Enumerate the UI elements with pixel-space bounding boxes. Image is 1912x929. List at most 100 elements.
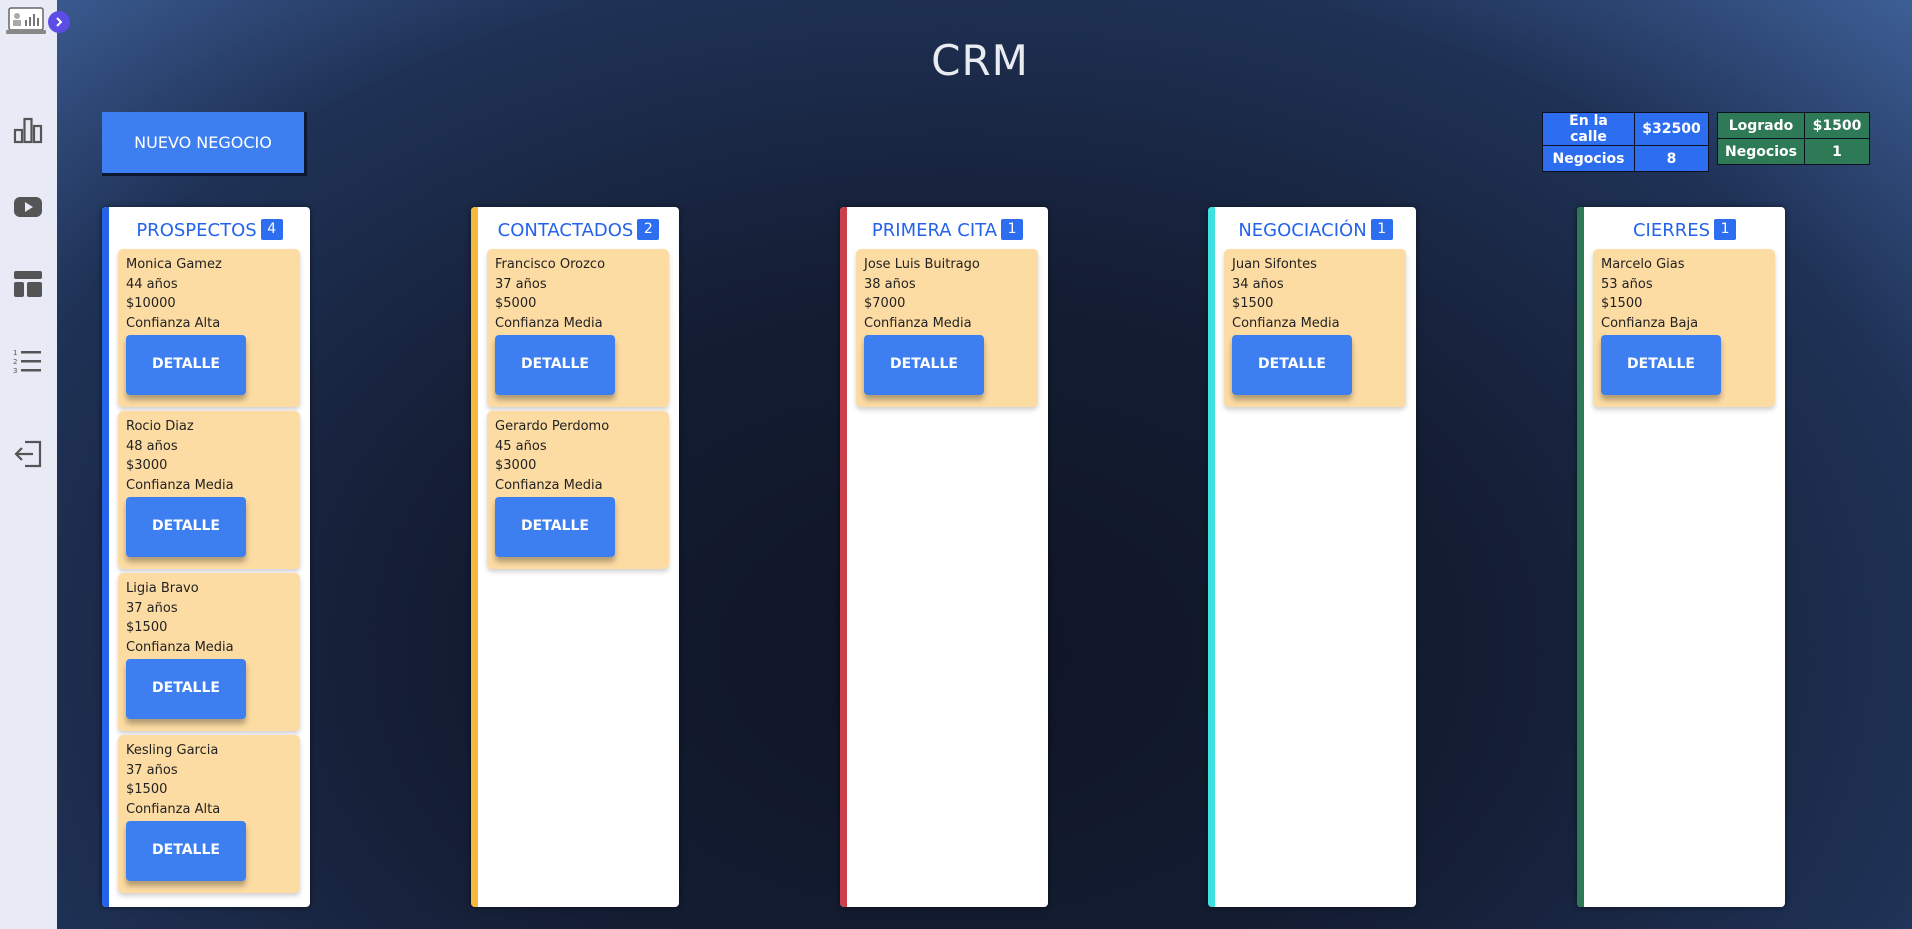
deal-amount: $7000 xyxy=(864,296,906,311)
detail-button[interactable]: DETALLE xyxy=(126,659,246,719)
deal-confidence: Confianza Alta xyxy=(126,315,221,331)
page-title: CRM xyxy=(931,36,1029,85)
detail-button[interactable]: DETALLE xyxy=(126,497,246,557)
street-deals-value: 8 xyxy=(1634,145,1709,172)
deal-confidence: Confianza Media xyxy=(1232,315,1340,331)
column-title: NEGOCIACIÓN xyxy=(1238,220,1367,241)
detail-button[interactable]: DETALLE xyxy=(126,335,246,395)
deal-age: 37 años xyxy=(495,276,547,292)
detail-button[interactable]: DETALLE xyxy=(1232,335,1352,395)
deal-age: 38 años xyxy=(864,276,916,292)
street-value: $32500 xyxy=(1634,112,1709,146)
logout-icon[interactable] xyxy=(12,438,44,470)
deal-confidence: Confianza Alta xyxy=(126,801,221,817)
column-header: PRIMERA CITA 1 xyxy=(847,218,1048,242)
column-title: CONTACTADOS xyxy=(497,220,634,241)
column-header: CIERRES 1 xyxy=(1584,218,1785,242)
detail-button[interactable]: DETALLE xyxy=(126,821,246,881)
achieved-stats-table: Logrado $1500 Negocios 1 xyxy=(1717,112,1870,165)
column-header: CONTACTADOS 2 xyxy=(478,218,679,242)
deal-card: Monica Gamez 44 años $10000 Confianza Alta D… xyxy=(118,249,300,407)
deal-name: Jose Luis Buitrago xyxy=(864,257,980,272)
detail-button[interactable]: DETALLE xyxy=(495,497,615,557)
card-list: Jose Luis Buitrago 38 años $7000 Confianza … xyxy=(856,249,1038,411)
column-header: NEGOCIACIÓN 1 xyxy=(1215,218,1416,242)
deal-amount: $3000 xyxy=(495,458,537,473)
detail-button[interactable]: DETALLE xyxy=(1601,335,1721,395)
kanban-column: CONTACTADOS 2 Francisco Orozco 37 años $5000… xyxy=(471,207,679,907)
deal-card: Marcelo Gias 53 años $1500 Confianza Baja DE… xyxy=(1593,249,1775,407)
deal-amount: $1500 xyxy=(126,620,168,635)
deal-name: Gerardo Perdomo xyxy=(495,419,610,434)
deal-age: 37 años xyxy=(126,600,178,616)
new-deal-button[interactable]: NUEVO NEGOCIO xyxy=(102,112,307,176)
column-color-strip xyxy=(1208,207,1215,907)
deal-amount: $3000 xyxy=(126,458,168,473)
bar-chart-icon[interactable] xyxy=(12,114,44,146)
ordered-list-icon[interactable]: 1 2 3 xyxy=(12,345,44,377)
achieved-deals-value: 1 xyxy=(1804,138,1870,165)
column-color-strip xyxy=(471,207,478,907)
street-label: En la calle xyxy=(1542,112,1635,146)
deal-age: 34 años xyxy=(1232,276,1284,292)
card-list: Marcelo Gias 53 años $1500 Confianza Baja DE… xyxy=(1593,249,1775,411)
deal-name: Francisco Orozco xyxy=(495,257,606,272)
kanban-column: CIERRES 1 Marcelo Gias 53 años $1500 Confianz… xyxy=(1577,207,1785,907)
achieved-value: $1500 xyxy=(1804,112,1870,139)
deal-amount: $5000 xyxy=(495,296,537,311)
chevron-right-icon xyxy=(56,17,63,27)
layout-icon[interactable] xyxy=(12,268,44,300)
card-list: Francisco Orozco 37 años $5000 Confianza Me… xyxy=(487,249,669,573)
deal-age: 53 años xyxy=(1601,276,1653,292)
sidebar: 1 2 3 xyxy=(0,0,57,929)
deal-card: Francisco Orozco 37 años $5000 Confianza Me… xyxy=(487,249,669,407)
deal-card: Ligia Bravo 37 años $1500 Confianza Media DE… xyxy=(118,573,300,731)
kanban-column: PRIMERA CITA 1 Jose Luis Buitrago 38 años $7… xyxy=(840,207,1048,907)
detail-button[interactable]: DETALLE xyxy=(864,335,984,395)
column-count-badge: 4 xyxy=(260,218,283,240)
deal-confidence: Confianza Media xyxy=(126,477,234,493)
sidebar-toggle-button[interactable] xyxy=(48,11,70,33)
deal-age: 48 años xyxy=(126,438,178,454)
column-color-strip xyxy=(102,207,109,907)
deal-amount: $1500 xyxy=(126,782,168,797)
deal-confidence: Confianza Media xyxy=(126,639,234,655)
column-header: PROSPECTOS 4 xyxy=(109,218,310,242)
deal-age: 37 años xyxy=(126,762,178,778)
card-list: Monica Gamez 44 años $10000 Confianza Alta D… xyxy=(118,249,300,897)
achieved-label: Logrado xyxy=(1717,112,1805,139)
svg-text:1: 1 xyxy=(13,349,17,357)
deal-card: Rocio Diaz 48 años $3000 Confianza Media DET… xyxy=(118,411,300,569)
card-list: Juan Sifontes 34 años $1500 Confianza Media… xyxy=(1224,249,1406,411)
deal-confidence: Confianza Baja xyxy=(1601,315,1699,331)
column-title: CIERRES xyxy=(1632,220,1711,241)
column-count-badge: 1 xyxy=(1370,218,1393,240)
deal-name: Juan Sifontes xyxy=(1232,257,1317,272)
deal-card: Kesling Garcia 37 años $1500 Confianza Alta… xyxy=(118,735,300,893)
deal-name: Ligia Bravo xyxy=(126,581,199,596)
play-icon[interactable] xyxy=(12,191,44,223)
column-count-badge: 1 xyxy=(1714,218,1737,240)
deal-amount: $1500 xyxy=(1601,296,1643,311)
kanban-column: PROSPECTOS 4 Monica Gamez 44 años $10000 Conf… xyxy=(102,207,310,907)
svg-text:2: 2 xyxy=(13,358,17,366)
column-color-strip xyxy=(1577,207,1584,907)
street-deals-label: Negocios xyxy=(1542,145,1635,172)
achieved-deals-label: Negocios xyxy=(1717,138,1805,165)
deal-amount: $10000 xyxy=(126,296,176,311)
deal-amount: $1500 xyxy=(1232,296,1274,311)
deal-card: Jose Luis Buitrago 38 años $7000 Confianza … xyxy=(856,249,1038,407)
deal-confidence: Confianza Media xyxy=(495,315,603,331)
deal-confidence: Confianza Media xyxy=(495,477,603,493)
column-count-badge: 1 xyxy=(1001,218,1024,240)
detail-button[interactable]: DETALLE xyxy=(495,335,615,395)
deal-card: Juan Sifontes 34 años $1500 Confianza Media… xyxy=(1224,249,1406,407)
column-title: PROSPECTOS xyxy=(136,220,257,241)
deal-card: Gerardo Perdomo 45 años $3000 Confianza Med… xyxy=(487,411,669,569)
svg-text:3: 3 xyxy=(13,367,17,374)
deal-name: Marcelo Gias xyxy=(1601,257,1685,272)
street-stats-table: En la calle $32500 Negocios 8 xyxy=(1542,112,1709,172)
column-title: PRIMERA CITA xyxy=(871,220,998,241)
deal-name: Kesling Garcia xyxy=(126,743,219,758)
column-color-strip xyxy=(840,207,847,907)
